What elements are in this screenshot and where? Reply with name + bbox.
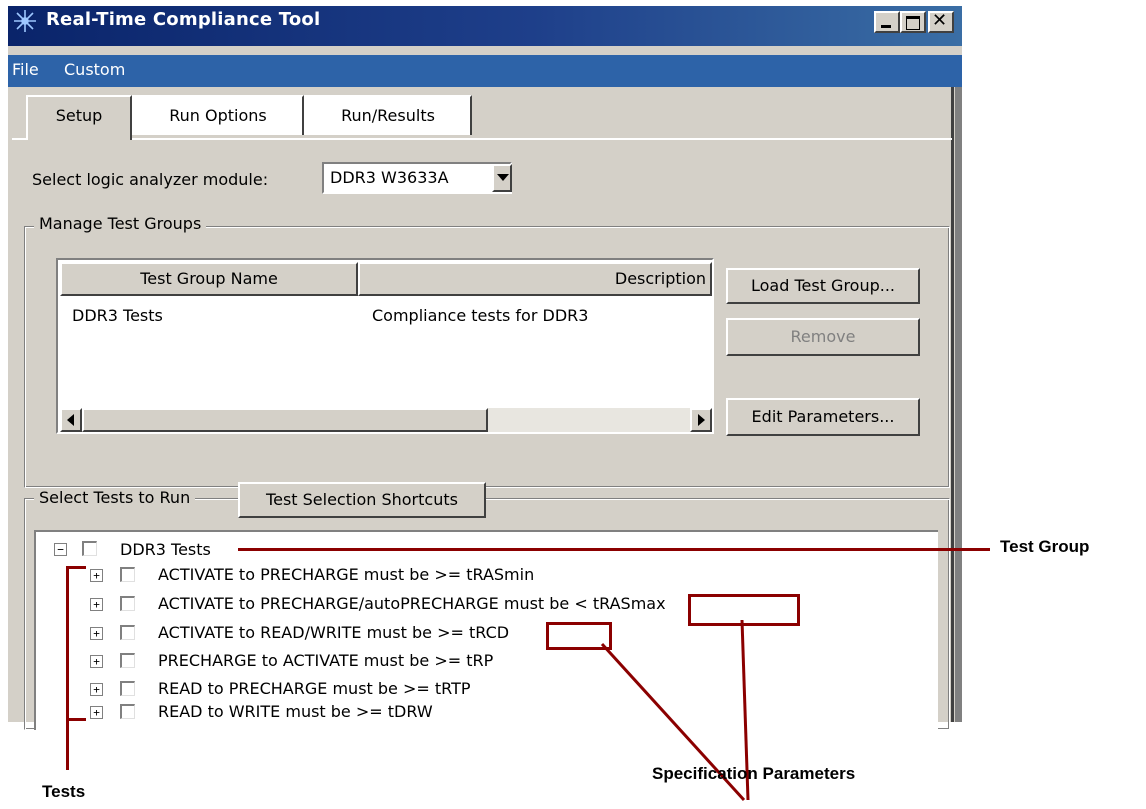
annotation-spec-params: Specification Parameters bbox=[652, 764, 856, 783]
annotation-lines-spec-params bbox=[600, 619, 750, 802]
